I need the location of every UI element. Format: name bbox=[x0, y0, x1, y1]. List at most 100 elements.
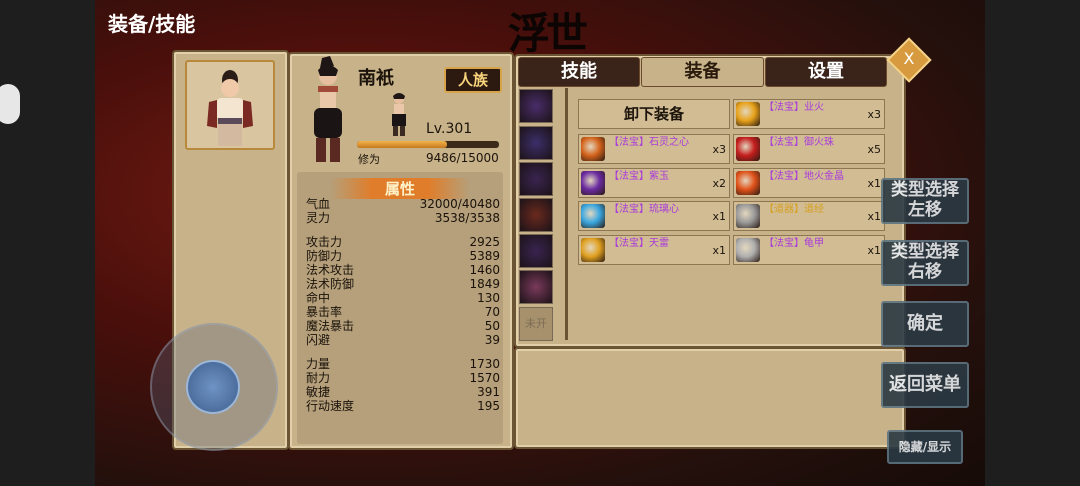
floating-assist-icon[interactable] bbox=[0, 84, 20, 124]
equipment-slot[interactable] bbox=[519, 234, 553, 268]
item-name: 【道器】道经 bbox=[764, 204, 824, 215]
stat-value: 3538/3538 bbox=[434, 211, 500, 225]
stat-value: 391 bbox=[477, 385, 500, 399]
item-quantity: x1 bbox=[712, 210, 726, 223]
stat-label: 灵力 bbox=[306, 211, 331, 225]
equipment-slot[interactable] bbox=[519, 89, 553, 123]
stat-value: 50 bbox=[484, 319, 500, 333]
equipment-slot[interactable] bbox=[519, 126, 553, 160]
stat-value: 1460 bbox=[469, 263, 500, 277]
item-quantity: x5 bbox=[867, 143, 881, 156]
panel-divider bbox=[565, 88, 568, 340]
fire-orb-icon bbox=[736, 102, 760, 126]
character-name: 南衹 bbox=[358, 68, 394, 89]
stat-label: 法术攻击 bbox=[306, 263, 355, 277]
stat-value: 70 bbox=[484, 305, 500, 319]
stat-label: 魔法暴击 bbox=[306, 319, 355, 333]
inventory-item[interactable]: 【法宝】业火 x3 bbox=[733, 99, 885, 129]
inventory-item[interactable]: 【法宝】龟甲 x1 bbox=[733, 235, 885, 265]
item-name: 【法宝】业火 bbox=[764, 102, 824, 113]
stat-label: 力量 bbox=[306, 357, 331, 371]
item-quantity: x2 bbox=[712, 177, 726, 190]
inventory-item[interactable]: 【法宝】琉璃心 x1 bbox=[578, 201, 730, 231]
stat-value: 2925 bbox=[469, 235, 500, 249]
item-quantity: x3 bbox=[867, 108, 881, 121]
stat-label: 攻击力 bbox=[306, 235, 343, 249]
type-right-button[interactable]: 类型选择右移 bbox=[881, 240, 969, 286]
xp-label: 修为 bbox=[358, 153, 380, 166]
race-badge[interactable]: 人族 bbox=[444, 67, 502, 93]
stat-row: 法术防御 1849 bbox=[306, 277, 500, 291]
joystick-knob[interactable] bbox=[186, 360, 240, 414]
thunder-icon bbox=[581, 238, 605, 262]
stat-row: 耐力 1570 bbox=[306, 371, 500, 385]
inventory-item[interactable]: 【法宝】天雷 x1 bbox=[578, 235, 730, 265]
stats-title: 属性 bbox=[330, 178, 470, 199]
equipment-slot[interactable] bbox=[519, 198, 553, 232]
stat-row: 力量 1730 bbox=[306, 357, 500, 371]
tab-settings[interactable]: 设置 bbox=[765, 57, 887, 87]
xp-bar-fill bbox=[357, 141, 447, 148]
hide-show-button[interactable]: 隐藏/显示 bbox=[887, 430, 963, 464]
stat-row: 灵力 3538/3538 bbox=[306, 211, 500, 225]
item-quantity: x1 bbox=[712, 244, 726, 257]
item-name: 【法宝】御火珠 bbox=[764, 137, 834, 148]
stone-heart-icon bbox=[581, 137, 605, 161]
stat-label: 行动速度 bbox=[306, 399, 355, 413]
stat-row: 命中 130 bbox=[306, 291, 500, 305]
confirm-button[interactable]: 确定 bbox=[881, 301, 969, 347]
stat-value: 1570 bbox=[469, 371, 500, 385]
item-name: 【法宝】紫玉 bbox=[609, 171, 669, 182]
inventory-item[interactable]: 【道器】道经 x1 bbox=[733, 201, 885, 231]
inventory-item[interactable]: 【法宝】御火珠 x5 bbox=[733, 134, 885, 164]
character-level: Lv.301 bbox=[426, 121, 473, 137]
inventory-item[interactable]: 【法宝】地火金晶 x1 bbox=[733, 168, 885, 198]
xp-value: 9486/15000 bbox=[426, 151, 499, 165]
stat-label: 敏捷 bbox=[306, 385, 331, 399]
stat-row: 防御力 5389 bbox=[306, 249, 500, 263]
type-left-button[interactable]: 类型选择左移 bbox=[881, 178, 969, 224]
item-name: 【法宝】龟甲 bbox=[764, 238, 824, 249]
scroll-icon bbox=[736, 204, 760, 228]
character-mini-sprite bbox=[386, 92, 412, 140]
stat-value: 1730 bbox=[469, 357, 500, 371]
stat-label: 防御力 bbox=[306, 249, 343, 263]
locked-slot[interactable]: 未开 bbox=[519, 307, 553, 341]
stat-value: 39 bbox=[484, 333, 500, 347]
stat-label: 耐力 bbox=[306, 371, 331, 385]
stat-row: 敏捷 391 bbox=[306, 385, 500, 399]
character-sprite bbox=[300, 56, 356, 172]
stat-value: 195 bbox=[477, 399, 500, 413]
equipment-slot[interactable] bbox=[519, 270, 553, 304]
equipment-slot[interactable] bbox=[519, 162, 553, 196]
close-icon[interactable]: X bbox=[893, 45, 925, 73]
tab-equipment[interactable]: 装备 bbox=[641, 57, 764, 87]
calligraphy-logo: 浮世 bbox=[508, 9, 588, 58]
stat-label: 暴击率 bbox=[306, 305, 343, 319]
stat-row: 魔法暴击 50 bbox=[306, 319, 500, 333]
item-quantity: x1 bbox=[867, 177, 881, 190]
stat-label: 闪避 bbox=[306, 333, 331, 347]
unequip-button[interactable]: 卸下装备 bbox=[578, 99, 730, 129]
tab-skills[interactable]: 技能 bbox=[518, 57, 640, 87]
item-name: 【法宝】天雷 bbox=[609, 238, 669, 249]
letterbox-right bbox=[985, 0, 1080, 486]
inventory-item[interactable]: 【法宝】紫玉 x2 bbox=[578, 168, 730, 198]
stat-value: 1849 bbox=[469, 277, 500, 291]
tortoise-shell-icon bbox=[736, 238, 760, 262]
return-menu-button[interactable]: 返回菜单 bbox=[881, 362, 969, 408]
item-description-panel bbox=[514, 347, 906, 449]
inventory-item[interactable]: 【法宝】石灵之心 x3 bbox=[578, 134, 730, 164]
item-quantity: x1 bbox=[867, 244, 881, 257]
item-quantity: x3 bbox=[712, 143, 726, 156]
stat-label: 法术防御 bbox=[306, 277, 355, 291]
item-name: 【法宝】琉璃心 bbox=[609, 204, 679, 215]
stat-row: 气血 32000/40480 bbox=[306, 197, 500, 211]
purple-jade-icon bbox=[581, 171, 605, 195]
fire-crystal-icon bbox=[736, 171, 760, 195]
item-quantity: x1 bbox=[867, 210, 881, 223]
item-name: 【法宝】石灵之心 bbox=[609, 137, 689, 148]
stat-row: 攻击力 2925 bbox=[306, 235, 500, 249]
item-name: 【法宝】地火金晶 bbox=[764, 171, 844, 182]
character-portrait bbox=[185, 60, 275, 150]
